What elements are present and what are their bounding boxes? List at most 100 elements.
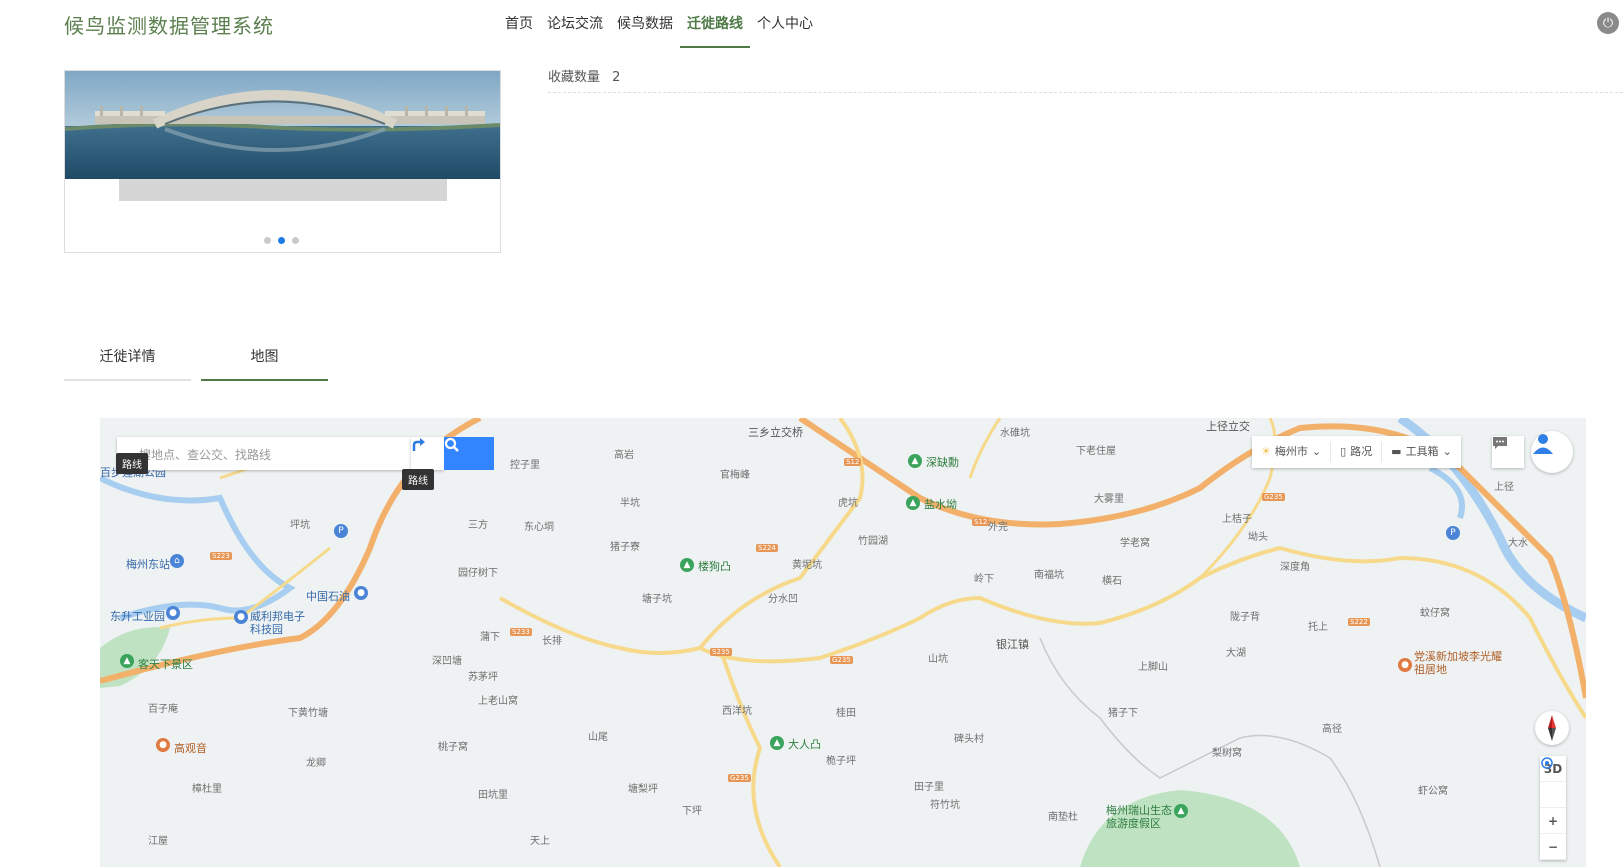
city-label: 梅州市 bbox=[1274, 445, 1308, 458]
tab-migration-detail[interactable]: 迁徙详情 bbox=[64, 340, 191, 381]
carousel-dot-2[interactable] bbox=[278, 237, 285, 244]
map-label: 党溪新加坡李光耀 祖居地 bbox=[1414, 650, 1502, 676]
carousel-caption-bar bbox=[119, 179, 447, 201]
map-label: 上桔子 bbox=[1222, 514, 1252, 525]
map-label: 猪子下 bbox=[1108, 708, 1138, 719]
road-tag-g235c: G235 bbox=[1262, 493, 1285, 501]
map-label: 官梅峰 bbox=[720, 470, 750, 481]
building-icon: ● bbox=[234, 610, 248, 624]
map-label: 深缺勳 bbox=[926, 456, 959, 469]
bridge-photo bbox=[65, 71, 500, 179]
favorites-count: 2 bbox=[612, 70, 621, 85]
map-label: 山尾 bbox=[588, 732, 608, 743]
map-label: 上脚山 bbox=[1138, 662, 1168, 673]
map-label: 东心垌 bbox=[524, 522, 554, 533]
road-tag-g235b: G235 bbox=[728, 774, 751, 782]
map-label: 银江镇 bbox=[996, 638, 1029, 651]
nav-forum[interactable]: 论坛交流 bbox=[540, 14, 610, 48]
map-label: 外完 bbox=[988, 522, 1008, 533]
map-label: 梅州瑞山生态 旅游度假区 bbox=[1106, 804, 1172, 830]
map-label: 樟杜里 bbox=[192, 784, 222, 795]
map-label: 高径 bbox=[1322, 724, 1342, 735]
locate-button[interactable] bbox=[1540, 757, 1566, 808]
user-icon bbox=[1533, 434, 1553, 454]
temple-icon: ● bbox=[156, 738, 170, 752]
station-icon: ⌂ bbox=[170, 554, 184, 568]
tab-map[interactable]: 地图 bbox=[201, 340, 328, 381]
map-label: 深度角 bbox=[1280, 562, 1310, 573]
carousel-dot-1[interactable] bbox=[264, 237, 271, 244]
map-search-input[interactable]: 搜地点、查公交、找路线 bbox=[117, 437, 411, 470]
map-label: 江屋 bbox=[148, 836, 168, 847]
baidu-map[interactable]: S12 S12 S224 S233 S235 G235 G235 G235 S2… bbox=[100, 418, 1586, 867]
map-label: 托上 bbox=[1308, 622, 1328, 633]
map-search-button[interactable] bbox=[444, 437, 494, 470]
route-hover-tooltip: 路线 bbox=[402, 469, 434, 490]
compass-icon bbox=[1548, 715, 1556, 741]
city-selector[interactable]: ☀ 梅州市 ⌄ bbox=[1252, 442, 1332, 462]
map-label: 三乡立交桥 bbox=[748, 426, 803, 439]
sun-icon: ☀ bbox=[1261, 445, 1271, 458]
park-icon: ▲ bbox=[906, 496, 920, 510]
map-label: 山坑 bbox=[928, 654, 948, 665]
main-nav: 首页 论坛交流 候鸟数据 迁徙路线 个人中心 bbox=[498, 14, 820, 48]
map-label: 符竹坑 bbox=[930, 800, 960, 811]
app-title: 候鸟监测数据管理系统 bbox=[64, 14, 274, 38]
toolbox-menu[interactable]: ▬ 工具箱 ⌄ bbox=[1382, 442, 1461, 462]
chevron-down-icon: ⌄ bbox=[1442, 445, 1452, 458]
chat-icon bbox=[1493, 437, 1507, 449]
nav-migration-route[interactable]: 迁徙路线 bbox=[680, 14, 750, 48]
compass-control[interactable] bbox=[1535, 711, 1569, 745]
map-label: 三方 bbox=[468, 520, 488, 531]
map-user-avatar[interactable] bbox=[1531, 431, 1573, 473]
top-header: 候鸟监测数据管理系统 首页 论坛交流 候鸟数据 迁徙路线 个人中心 ⏻ bbox=[0, 0, 1623, 62]
chevron-down-icon: ⌄ bbox=[1311, 445, 1322, 458]
scenic-area-icon: ▲ bbox=[120, 654, 134, 668]
traffic-toggle[interactable]: ▯ 路况 bbox=[1331, 442, 1383, 462]
zoom-out-button[interactable]: − bbox=[1540, 834, 1566, 860]
map-label: 中国石油 bbox=[306, 590, 350, 603]
map-label: 长排 bbox=[542, 636, 562, 647]
message-button[interactable] bbox=[1492, 436, 1524, 468]
park-icon: ▲ bbox=[908, 454, 922, 468]
map-toolbar: ☀ 梅州市 ⌄ ▯ 路况 ▬ 工具箱 ⌄ bbox=[1252, 436, 1461, 468]
zoom-in-button[interactable]: + bbox=[1540, 808, 1566, 834]
carousel-dot-3[interactable] bbox=[292, 237, 299, 244]
map-label: 陇子背 bbox=[1230, 612, 1260, 623]
power-icon[interactable]: ⏻ bbox=[1597, 12, 1619, 34]
route-button[interactable] bbox=[411, 437, 444, 470]
map-label: 桃子窝 bbox=[438, 742, 468, 753]
map-label: 南福坑 bbox=[1034, 570, 1064, 581]
route-arrow-icon bbox=[412, 438, 425, 451]
detail-tabs: 迁徙详情 地图 bbox=[64, 340, 328, 381]
map-label: 桂田 bbox=[836, 708, 856, 719]
nav-bird-data[interactable]: 候鸟数据 bbox=[610, 14, 680, 48]
heritage-icon: ● bbox=[1398, 658, 1412, 672]
map-label: 水碓坑 bbox=[1000, 428, 1030, 439]
road-tag-s233: S233 bbox=[510, 628, 532, 636]
locate-icon bbox=[1541, 757, 1553, 769]
road-tag-s12b: S12 bbox=[972, 518, 990, 526]
toolbox-icon: ▬ bbox=[1391, 445, 1402, 458]
map-label: 坪坑 bbox=[290, 520, 310, 531]
map-label: 竹园湖 bbox=[858, 536, 888, 547]
search-icon bbox=[444, 437, 459, 452]
road-tag-g235: G235 bbox=[830, 656, 853, 664]
map-label: 天上 bbox=[530, 836, 550, 847]
favorites-label: 收藏数量 bbox=[548, 70, 601, 85]
industrial-park-icon: ● bbox=[166, 606, 180, 620]
map-label: 坳头 bbox=[1248, 532, 1268, 543]
map-label: 塘子坑 bbox=[642, 594, 672, 605]
map-label: 上老山窝 bbox=[478, 696, 518, 707]
map-label: 蚊仔窝 bbox=[1420, 608, 1450, 619]
map-label: 田子里 bbox=[914, 782, 944, 793]
traffic-light-icon: ▯ bbox=[1340, 445, 1347, 458]
nav-personal-center[interactable]: 个人中心 bbox=[750, 14, 820, 48]
map-label: 虾公窝 bbox=[1418, 786, 1448, 797]
park-icon: ▲ bbox=[680, 558, 694, 572]
map-label: 猪子寮 bbox=[610, 542, 640, 553]
nav-home[interactable]: 首页 bbox=[498, 14, 540, 48]
resort-icon: ▲ bbox=[1174, 804, 1188, 818]
map-label: 大水 bbox=[1508, 538, 1528, 549]
map-label: 高岩 bbox=[614, 450, 634, 461]
